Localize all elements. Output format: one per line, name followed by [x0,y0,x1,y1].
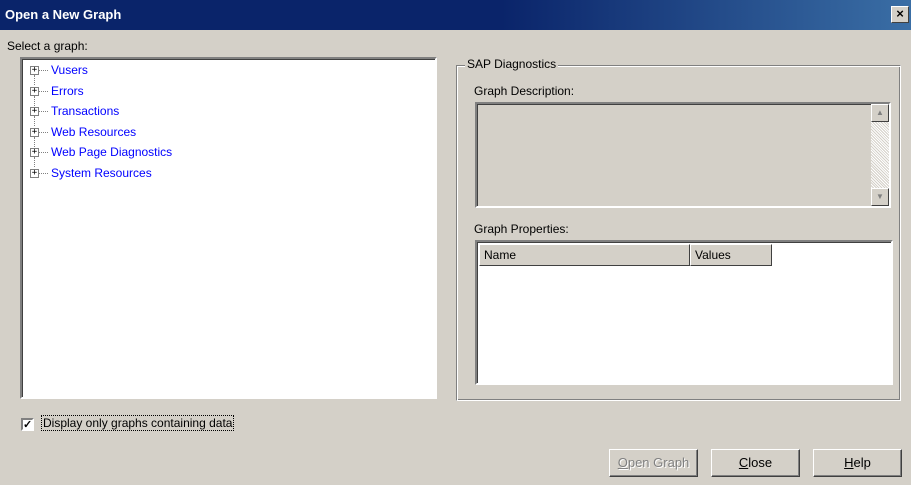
tree-item[interactable]: + Web Resources [26,124,435,147]
open-graph-mnemonic: O [617,455,628,470]
group-title: SAP Diagnostics [465,57,559,71]
tree-connector [39,111,48,112]
tree-item-label: Web Resources [51,124,137,139]
close-mnemonic: C [738,455,749,470]
tree-item[interactable]: + Transactions [26,104,435,126]
close-label: lose [748,455,773,470]
tree-item[interactable]: + Vusers [26,63,435,85]
graph-properties-table[interactable]: Name Values [475,240,893,385]
scroll-up-icon[interactable]: ▲ [871,104,889,122]
tree-connector [39,131,48,133]
tree-item-label: Transactions [51,104,120,118]
tree-item-label: Vusers [51,63,88,77]
help-button[interactable]: Help [813,449,902,477]
tree-item-label: Errors [51,83,84,98]
display-only-data-checkbox[interactable]: ✓ [21,418,34,431]
expand-plus-icon[interactable]: + [30,86,39,96]
graph-properties-label: Graph Properties: [474,222,569,236]
tree-item[interactable]: + Errors [26,83,435,106]
tree-connector [39,70,48,71]
open-graph-label: pen Graph [627,455,690,470]
graph-description-label: Graph Description: [474,84,575,98]
expand-plus-icon[interactable]: + [30,148,39,157]
expand-plus-icon[interactable]: + [30,66,39,75]
select-graph-label: Select a graph: [7,39,88,53]
graph-description-box: ▲ ▼ [475,102,891,208]
title-bar: Open a New Graph × [0,0,911,30]
tree-connector [39,172,48,174]
tree-item[interactable]: + System Resources [26,166,435,187]
tree-connector [39,90,48,92]
window-title: Open a New Graph [5,7,122,22]
expand-plus-icon[interactable]: + [30,168,39,178]
description-scrollbar[interactable]: ▲ ▼ [871,104,889,206]
column-header-values[interactable]: Values [690,244,772,266]
close-button[interactable]: Close [711,449,800,477]
expand-plus-icon[interactable]: + [30,107,39,116]
close-icon[interactable]: × [891,6,909,23]
help-label: elp [853,455,871,470]
tree-item-label: System Resources [51,165,152,180]
help-mnemonic: H [844,455,854,470]
display-only-data-label[interactable]: Display only graphs containing data [41,415,235,431]
tree-item[interactable]: + Web Page Diagnostics [26,145,435,167]
expand-plus-icon[interactable]: + [30,127,39,137]
scroll-down-icon[interactable]: ▼ [871,188,889,206]
tree-item-label: Web Page Diagnostics [51,145,173,159]
graph-tree[interactable]: + Vusers + Errors + Transactions + Web Resource… [20,57,437,399]
open-graph-button[interactable]: Open Graph [609,449,698,477]
tree-connector [39,152,48,153]
column-header-name[interactable]: Name [479,244,690,266]
